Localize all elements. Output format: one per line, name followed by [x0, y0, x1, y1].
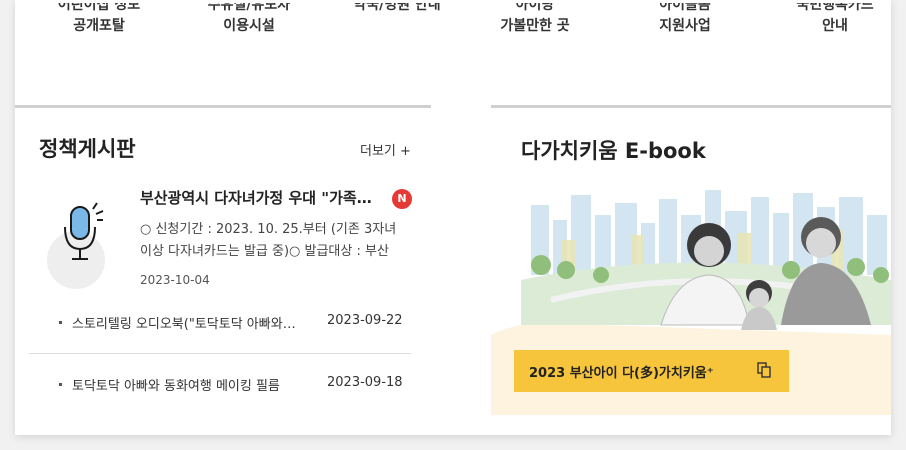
quick-link-places[interactable]: 아이랑 가볼만한 곳 — [475, 3, 595, 37]
section-divider — [491, 105, 891, 108]
quick-link-happy-card[interactable]: 국민행복카드 안내 — [775, 3, 891, 37]
quick-link-line2: 가볼만한 곳 — [500, 18, 570, 34]
bullet-icon — [59, 321, 62, 324]
quick-link-line2: 이용시설 — [223, 18, 275, 34]
board-title: 정책게시판 — [39, 137, 136, 161]
featured-post[interactable]: 부산광역시 다자녀가정 우대 "가족사랑카드" N ○ 신청기간 : 2023.… — [45, 185, 415, 295]
list-item-date: 2023-09-18 — [327, 375, 403, 390]
bullet-icon — [59, 383, 62, 386]
quick-links: 어린이집 정보 공개포탈 수유실/유모차 이용시설 약국/병원 안내 아이랑 가… — [15, 0, 891, 105]
list-item-date: 2023-09-22 — [327, 313, 403, 328]
list-item[interactable]: 토닥토닥 아빠와 동화여행 메이킹 필름 2023-09-18 — [59, 374, 409, 394]
quick-link-line1: 아이돌봄 — [659, 3, 711, 13]
featured-post-description: ○ 신청기간 : 2023. 10. 25.부터 (기존 3자녀 이상 다자녀카… — [140, 222, 397, 259]
featured-post-date: 2023-10-04 — [140, 273, 210, 287]
quick-link-daycare[interactable]: 어린이집 정보 공개포탈 — [39, 3, 159, 37]
quick-link-line2: 지원사업 — [659, 18, 711, 34]
quick-link-line1: 어린이집 정보 — [57, 3, 141, 13]
copy-icon — [757, 362, 771, 378]
microphone-icon — [45, 199, 135, 289]
featured-post-title: 부산광역시 다자녀가정 우대 "가족사랑카드" — [140, 189, 385, 207]
new-badge: N — [392, 189, 412, 209]
list-item-title: 토닥토닥 아빠와 동화여행 메이킹 필름 — [72, 379, 280, 394]
quick-link-line1: 약국/병원 안내 — [353, 3, 441, 13]
list-item[interactable]: 스토리텔링 오디오북("토닥토닥 아빠와 동화여행") 2023-09-22 — [59, 312, 409, 332]
quick-link-line2: 공개포탈 — [73, 18, 125, 34]
more-link[interactable]: 더보기 + — [360, 140, 411, 159]
quick-link-childcare-support[interactable]: 아이돌봄 지원사업 — [625, 3, 745, 37]
ebook-title: 다가치키움 E-book — [521, 139, 706, 163]
quick-link-line1: 아이랑 — [515, 3, 555, 13]
quick-link-nursing-room[interactable]: 수유실/유모차 이용시설 — [189, 3, 309, 37]
list-item-title: 스토리텔링 오디오북("토닥토닥 아빠와 동화여행") — [72, 317, 297, 332]
row-divider — [29, 353, 411, 354]
quick-link-line2: 안내 — [822, 18, 848, 34]
quick-link-line1: 수유실/유모차 — [207, 3, 291, 13]
quick-link-pharmacy[interactable]: 약국/병원 안내 — [337, 3, 457, 15]
section-divider — [15, 105, 431, 108]
ebook-button-label: 2023 부산아이 다(多)가치키움⁺ — [529, 365, 714, 381]
quick-link-line1: 국민행복카드 — [796, 3, 874, 13]
main-card: 어린이집 정보 공개포탈 수유실/유모차 이용시설 약국/병원 안내 아이랑 가… — [15, 0, 891, 435]
ebook-open-button[interactable]: 2023 부산아이 다(多)가치키움⁺ — [514, 350, 789, 392]
